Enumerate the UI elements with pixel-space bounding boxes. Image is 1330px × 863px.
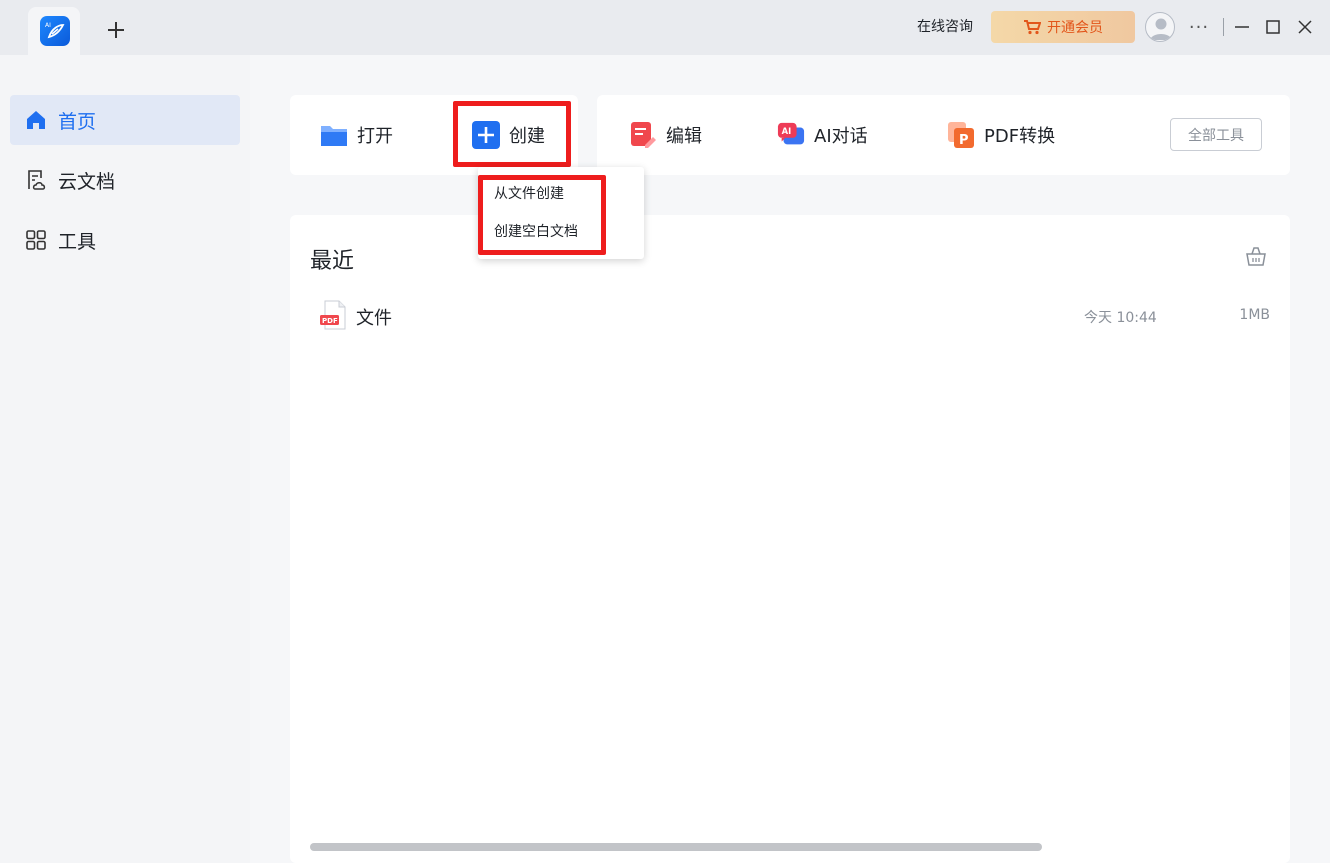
ai-chat-icon: AI <box>777 121 805 149</box>
menu-item-create-from-file[interactable]: 从文件创建 <box>494 183 564 205</box>
svg-text:AI: AI <box>782 126 792 136</box>
vip-button-label: 开通会员 <box>1047 20 1103 36</box>
grid-icon <box>24 228 48 252</box>
svg-text:AI: AI <box>45 22 51 29</box>
edit-button[interactable]: 编辑 <box>629 115 702 155</box>
file-type-badge: PDF <box>322 317 338 325</box>
create-button[interactable]: 创建 <box>472 115 545 155</box>
sidebar-item-label: 云文档 <box>58 170 116 193</box>
recent-title: 最近 <box>310 249 355 274</box>
close-icon <box>1298 20 1312 34</box>
basket-icon <box>1246 247 1266 266</box>
sidebar: 首页 云文档 工具 <box>0 55 250 863</box>
file-size: 1MB <box>1239 307 1270 323</box>
main-area: 打开 创建 编辑 AI AI对话 P PDF转换 全部工具 最近 PDF 文件 … <box>250 55 1330 863</box>
clear-recent-button[interactable] <box>1245 245 1267 267</box>
app-logo-icon: AI <box>40 16 70 46</box>
folder-icon <box>320 121 348 149</box>
maximize-icon <box>1266 20 1280 34</box>
sidebar-item-label: 工具 <box>58 230 97 253</box>
cart-icon <box>1024 20 1041 35</box>
ai-chat-label: AI对话 <box>814 126 868 147</box>
new-tab-button[interactable] <box>100 14 132 46</box>
cloud-doc-icon <box>24 168 48 192</box>
svg-text:P: P <box>959 133 969 148</box>
sidebar-item-label: 首页 <box>58 110 97 133</box>
file-row[interactable]: PDF 文件 今天 10:44 1MB <box>310 295 1270 335</box>
user-avatar[interactable] <box>1145 12 1175 42</box>
quick-actions-card: 打开 创建 <box>290 95 578 175</box>
sidebar-item-tools[interactable]: 工具 <box>10 215 240 265</box>
sidebar-item-cloud-docs[interactable]: 云文档 <box>10 155 240 205</box>
file-time: 今天 10:44 <box>1084 310 1157 326</box>
pdf-file-icon: PDF <box>320 300 348 330</box>
more-menu-button[interactable]: ··· <box>1185 14 1213 40</box>
edit-doc-icon <box>629 121 657 149</box>
plus-square-icon <box>472 121 500 149</box>
titlebar-divider <box>1223 18 1224 36</box>
pdf-convert-button[interactable]: P PDF转换 <box>947 115 1055 155</box>
menu-item-create-blank[interactable]: 创建空白文档 <box>494 221 578 243</box>
edit-label: 编辑 <box>666 126 702 147</box>
pdf-convert-icon: P <box>947 121 975 149</box>
tools-card: 编辑 AI AI对话 P PDF转换 全部工具 <box>597 95 1290 175</box>
title-bar: AI 在线咨询 开通会员 ··· <box>0 0 1330 55</box>
online-consult-link[interactable]: 在线咨询 <box>905 17 985 37</box>
user-icon <box>1150 18 1172 40</box>
close-button[interactable] <box>1292 14 1318 40</box>
pdf-convert-label: PDF转换 <box>984 126 1056 147</box>
minimize-button[interactable] <box>1229 14 1255 40</box>
file-name: 文件 <box>356 308 392 329</box>
ai-chat-button[interactable]: AI AI对话 <box>777 115 868 155</box>
open-label: 打开 <box>357 126 393 147</box>
open-vip-button[interactable]: 开通会员 <box>991 11 1135 43</box>
plus-icon <box>108 22 124 38</box>
sidebar-item-home[interactable]: 首页 <box>10 95 240 145</box>
all-tools-button[interactable]: 全部工具 <box>1170 118 1262 151</box>
create-label: 创建 <box>509 126 545 147</box>
minimize-icon <box>1235 26 1249 28</box>
horizontal-scrollbar[interactable] <box>310 843 1042 851</box>
app-tab[interactable]: AI <box>28 7 80 55</box>
recent-card: 最近 PDF 文件 今天 10:44 1MB <box>290 215 1290 863</box>
create-dropdown-menu: 从文件创建 创建空白文档 <box>478 167 644 259</box>
open-button[interactable]: 打开 <box>320 115 393 155</box>
home-icon <box>24 108 48 132</box>
maximize-button[interactable] <box>1260 14 1286 40</box>
